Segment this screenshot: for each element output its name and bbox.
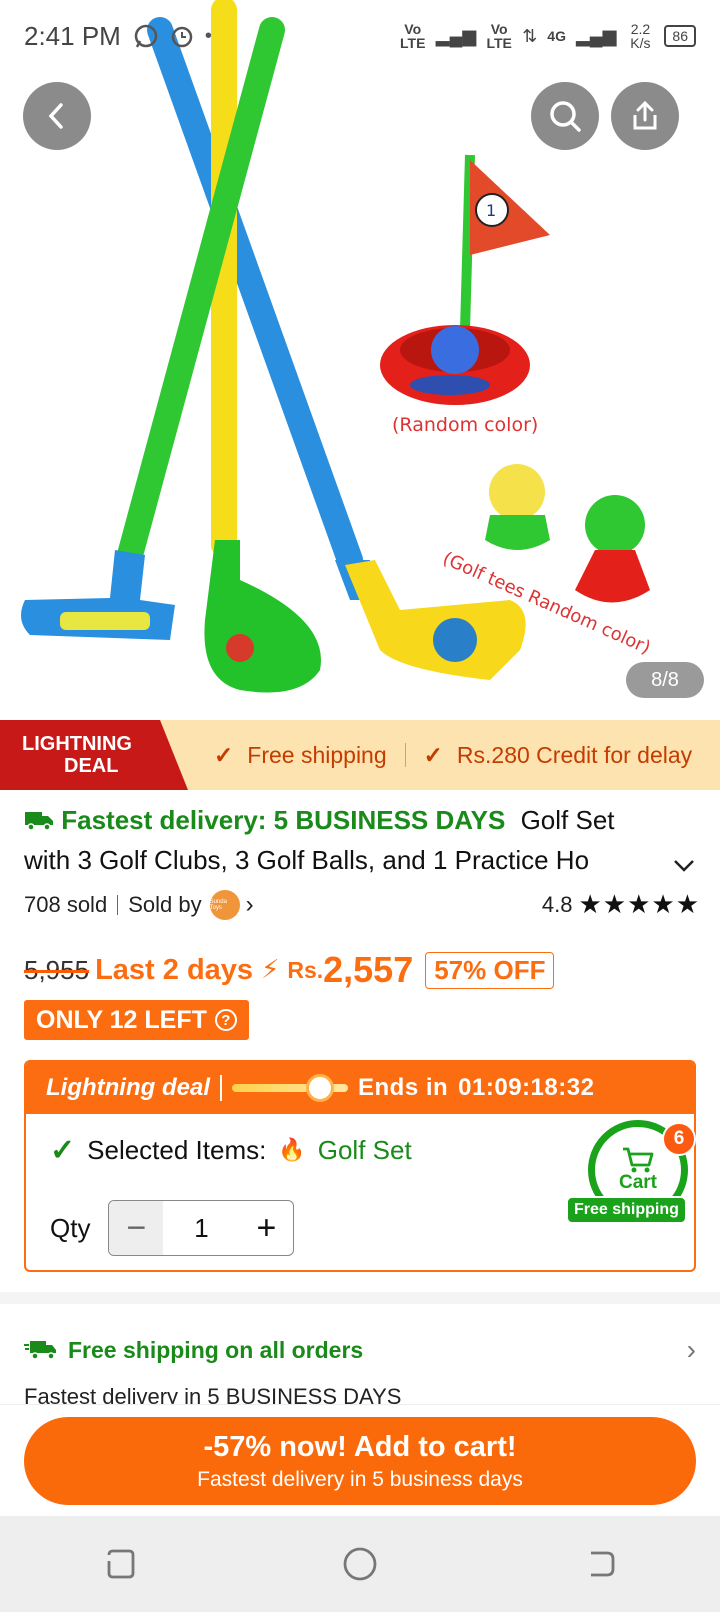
back-button[interactable]: [23, 82, 91, 150]
check-icon: ✓: [423, 741, 443, 768]
chevron-down-icon[interactable]: [672, 858, 696, 874]
bottom-action-bar: -57% now! Add to cart! Fastest delivery …: [0, 1404, 720, 1516]
help-icon[interactable]: ?: [214, 1009, 237, 1031]
data-arrows-icon: ⇅: [522, 25, 538, 46]
add-to-cart-button[interactable]: -57% now! Add to cart! Fastest delivery …: [24, 1417, 696, 1505]
share-button[interactable]: [611, 82, 679, 150]
whatsapp-icon: [134, 24, 158, 48]
random-color-caption: (Random color): [392, 414, 539, 436]
cart-label: Cart: [618, 1172, 657, 1193]
sold-count: 708 sold: [24, 892, 108, 917]
discount-badge: 57% OFF: [425, 951, 555, 989]
title-text: Golf Set: [520, 805, 615, 835]
chevron-right-icon: ›: [686, 1334, 696, 1365]
recent-apps-icon[interactable]: [103, 1547, 137, 1581]
signal-icon: ▂▄▆: [435, 25, 477, 46]
cart-free-shipping-pill: Free shipping: [566, 1196, 687, 1224]
clock-icon: [305, 1074, 334, 1102]
svg-text:1: 1: [486, 201, 496, 220]
battery-icon: 86: [664, 25, 696, 47]
lightning-deal-badge: LIGHTNING DEAL: [0, 720, 188, 790]
signal2-icon: ▂▄▆: [575, 25, 617, 46]
ends-in-label: Ends in: [357, 1074, 449, 1101]
chevron-right-icon[interactable]: ›: [246, 891, 254, 919]
system-navigation-bar: [0, 1516, 720, 1612]
fastest-delivery-label: Fastest delivery: 5 BUSINESS DAYS: [61, 805, 506, 835]
free-shipping-row[interactable]: Free shipping on all orders ›: [24, 1330, 696, 1370]
rating-value: 4.8: [541, 892, 573, 917]
store-logo[interactable]: Sunda Toys: [209, 890, 240, 920]
deal-label: Lightning deal: [46, 1074, 210, 1101]
lightning-deal-strip: LIGHTNING DEAL ✓ Free shipping ✓ Rs.280 …: [0, 720, 720, 790]
stock-badge[interactable]: ONLY 12 LEFT ?: [24, 1000, 249, 1040]
current-price: 2,557: [323, 949, 414, 990]
fire-icon: 🔥: [278, 1137, 306, 1163]
currency-label: Rs.: [287, 956, 324, 983]
original-price: 5,955: [24, 954, 90, 985]
product-meta: 708 sold Sold by Sunda Toys › 4.8 ★★★★★: [24, 888, 700, 922]
status-time: 2:41 PM: [24, 20, 121, 51]
check-icon: ✓: [214, 741, 234, 768]
rating-stars: ★★★★★: [578, 890, 700, 920]
lightning-icon: ⚡: [261, 955, 280, 985]
cart-icon: [623, 1147, 654, 1173]
delivery-truck-icon: [24, 1341, 56, 1360]
check-icon: ✓: [50, 1133, 76, 1167]
speed-indicator: 2.2 K/s: [630, 21, 651, 51]
fastest-delivery-row: Fastest delivery in 5 BUSINESS DAYS: [24, 1384, 402, 1406]
increase-quantity-button[interactable]: +: [239, 1201, 293, 1255]
cart-count-badge: 6: [662, 1122, 696, 1156]
decrease-quantity-button[interactable]: −: [109, 1201, 164, 1255]
home-icon[interactable]: [342, 1546, 378, 1582]
search-icon: [550, 101, 581, 132]
search-button[interactable]: [531, 82, 599, 150]
image-counter: 8/8: [626, 662, 704, 698]
status-bar: 2:41 PM • Vo LTE ▂▄▆ Vo LTE ⇅ 4G ▂▄▆ 2.2…: [0, 0, 720, 72]
title-text-line2: with 3 Golf Clubs, 3 Golf Balls, and 1 P…: [24, 845, 590, 875]
countdown-timer: 01:09:18:32: [458, 1074, 595, 1101]
volte2-icon: Vo LTE: [486, 21, 512, 51]
rating[interactable]: 4.8 ★★★★★: [542, 890, 700, 920]
qty-label: Qty: [50, 1212, 91, 1243]
volte-icon: Vo LTE: [400, 21, 426, 51]
back-nav-icon[interactable]: [583, 1547, 617, 1581]
last-days-label: Last 2 days: [95, 953, 254, 986]
sold-by-label[interactable]: Sold by: [128, 892, 201, 918]
perk-credit-delay: Rs.280 Credit for delay: [456, 741, 693, 768]
dot-icon: •: [204, 24, 212, 47]
quantity-value[interactable]: 1: [163, 1201, 239, 1255]
price-row: 5,955 Last 2 days ⚡ Rs. 2,557 57% OFF: [24, 945, 555, 995]
selected-items-label: Selected Items:: [87, 1134, 267, 1165]
product-title[interactable]: Fastest delivery: 5 BUSINESS DAYS Golf S…: [24, 800, 704, 880]
selected-item-name[interactable]: Golf Set: [318, 1135, 412, 1166]
chevron-left-icon: [48, 103, 63, 129]
network-4g-icon: 4G: [547, 28, 566, 44]
floating-cart-button[interactable]: Cart 6 Free shipping: [566, 1120, 696, 1260]
alarm-icon: [171, 26, 193, 48]
deal-progress-slider: [231, 1074, 348, 1102]
share-icon: [633, 100, 657, 130]
free-shipping-label: Free shipping on all orders: [68, 1336, 364, 1363]
delivery-truck-icon: [25, 812, 53, 831]
perk-free-shipping: Free shipping: [247, 741, 387, 768]
